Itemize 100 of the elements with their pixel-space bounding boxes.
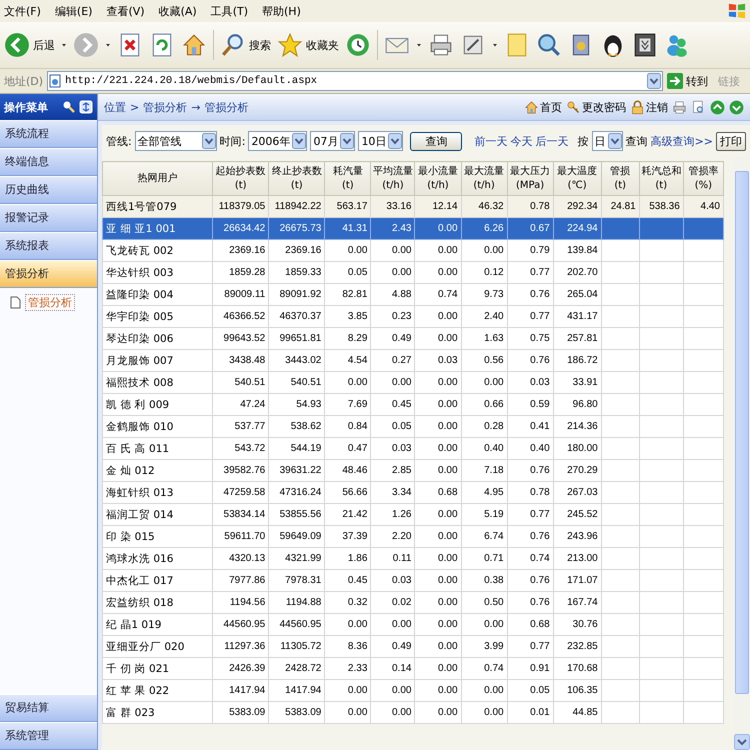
printer-icon[interactable] (672, 100, 687, 114)
table-cell: 2.20 (370, 526, 415, 548)
user-cell[interactable]: 华达针织 003 (102, 262, 213, 284)
sidebar-subitem[interactable]: 管损分析 (25, 294, 75, 311)
scroll-down-icon[interactable] (734, 734, 750, 750)
menu-item[interactable]: 帮助(H) (262, 4, 301, 18)
table-cell: 11305.72 (268, 636, 325, 658)
table-cell: 292.34 (553, 196, 602, 218)
date-link[interactable]: 前一天 (474, 134, 508, 148)
table-cell: 540.51 (212, 372, 269, 394)
user-cell[interactable]: 琴达印染 006 (102, 328, 213, 350)
pipeline-dropdown[interactable]: 全部管线 (134, 131, 217, 151)
table-cell: 2369.16 (268, 240, 325, 262)
home-icon[interactable] (524, 100, 539, 114)
printer-icon[interactable] (428, 32, 454, 58)
home-icon[interactable] (181, 32, 207, 58)
user-cell[interactable]: 福润工贸 014 (102, 504, 213, 526)
table-cell: 3438.48 (212, 350, 269, 372)
table-cell: 0.00 (414, 306, 462, 328)
user-cell[interactable]: 西线1号管079 (102, 196, 213, 218)
user-cell[interactable]: 金鹤服饰 010 (102, 416, 213, 438)
history-icon[interactable] (345, 32, 371, 58)
header-link[interactable]: 更改密码 (582, 100, 626, 114)
toolbar-label[interactable]: 后退 (33, 38, 55, 52)
down-icon[interactable] (729, 100, 744, 114)
menu-item[interactable]: 编辑(E) (54, 4, 92, 18)
sidebar-item[interactable]: 贸易结算 (0, 694, 97, 722)
month-dropdown[interactable]: 07月 (310, 131, 356, 151)
table-cell: 8.29 (324, 328, 371, 350)
user-cell[interactable]: 福熙技术 008 (102, 372, 213, 394)
table-cell: 8.36 (324, 636, 371, 658)
table-cell: 0.76 (507, 460, 554, 482)
user-cell[interactable]: 月龙服饰 007 (102, 350, 213, 372)
go-button[interactable]: 转到 (667, 73, 708, 89)
period-dropdown[interactable]: 日 (592, 131, 623, 151)
user-cell[interactable]: 百 氏 高 011 (102, 438, 213, 460)
toolbar-label[interactable]: 收藏夹 (306, 38, 339, 52)
user-cell[interactable]: 亚 细 亚1 001 (102, 218, 213, 240)
user-cell[interactable]: 中杰化工 017 (102, 570, 213, 592)
table-cell: 214.36 (553, 416, 602, 438)
user-cell[interactable]: 纪 晶1 019 (102, 614, 213, 636)
document-icon (10, 296, 21, 309)
menu-item[interactable]: 文件(F) (4, 4, 41, 18)
address-field[interactable]: http://221.224.20.18/webmis/Default.aspx (47, 71, 663, 91)
sidebar-item[interactable]: 系统流程 (0, 120, 97, 148)
user-cell[interactable]: 千 仞 岗 021 (102, 658, 213, 680)
table-cell: 265.04 (553, 284, 602, 306)
table-cell: 0.68 (414, 482, 462, 504)
table-cell: 0.78 (507, 482, 554, 504)
table-cell: 89009.11 (212, 284, 269, 306)
year-dropdown[interactable]: 2006年 (248, 131, 308, 151)
table-cell: 3.34 (370, 482, 415, 504)
table-cell: 0.68 (507, 614, 554, 636)
sidebar-item[interactable]: 终端信息 (0, 148, 97, 176)
lock-icon[interactable] (630, 100, 645, 114)
user-cell[interactable]: 红 苹 果 022 (102, 680, 213, 702)
date-link[interactable]: 后一天 (536, 134, 569, 148)
table-cell: 59649.09 (268, 526, 325, 548)
sidebar-item[interactable]: 系统管理 (0, 722, 97, 750)
day-dropdown[interactable]: 10日 (358, 131, 404, 151)
back-icon[interactable] (4, 32, 30, 58)
key-icon[interactable] (566, 100, 581, 114)
sidebar-item[interactable]: 报警记录 (0, 204, 97, 232)
column-header: 终止抄表数 (t) (268, 162, 325, 196)
column-header: 耗汽量 (t) (324, 162, 371, 196)
date-link[interactable]: 今天 (510, 134, 533, 148)
user-cell[interactable]: 亚细亚分厂 020 (102, 636, 213, 658)
table-cell: 44.85 (553, 702, 602, 724)
query-button[interactable]: 查询 (410, 132, 462, 150)
toolbar-label[interactable]: 搜索 (249, 38, 271, 52)
header-link[interactable]: 首页 (540, 100, 562, 114)
menu-item[interactable]: 工具(T) (210, 4, 248, 18)
up-icon[interactable] (710, 100, 725, 114)
magnifier-icon[interactable] (536, 32, 562, 58)
user-cell[interactable]: 益隆印染 004 (102, 284, 213, 306)
header-link[interactable]: 注销 (646, 100, 668, 114)
sidebar-item[interactable]: 系统报表 (0, 232, 97, 260)
table-cell: 0.56 (461, 350, 508, 372)
menu-item[interactable]: 查看(V) (106, 4, 145, 18)
user-cell[interactable]: 华宇印染 005 (102, 306, 213, 328)
user-cell[interactable]: 印 染 015 (102, 526, 213, 548)
table-cell: 139.84 (553, 240, 602, 262)
search-icon[interactable] (62, 100, 76, 114)
user-cell[interactable]: 鸿球水洗 016 (102, 548, 213, 570)
menu-item[interactable]: 收藏(A) (158, 4, 197, 18)
user-cell[interactable]: 海虹针织 013 (102, 482, 213, 504)
user-cell[interactable]: 富 群 023 (102, 702, 213, 724)
user-cell[interactable]: 凯 德 利 009 (102, 394, 213, 416)
table-cell: 33.91 (553, 372, 602, 394)
expand-icon[interactable] (79, 100, 93, 114)
advanced-query-link[interactable]: 高级查询>> (650, 134, 713, 148)
sidebar-item[interactable]: 历史曲线 (0, 176, 97, 204)
field-label: 管线: (106, 134, 132, 148)
star-icon[interactable] (277, 32, 303, 58)
print-button[interactable]: 打印 (716, 132, 746, 150)
table-cell: 0.00 (414, 570, 462, 592)
user-cell[interactable]: 宏益纺织 018 (102, 592, 213, 614)
user-cell[interactable]: 金 灿 012 (102, 460, 213, 482)
user-cell[interactable]: 飞龙砖瓦 002 (102, 240, 213, 262)
sidebar-item[interactable]: 管损分析 (0, 260, 97, 288)
